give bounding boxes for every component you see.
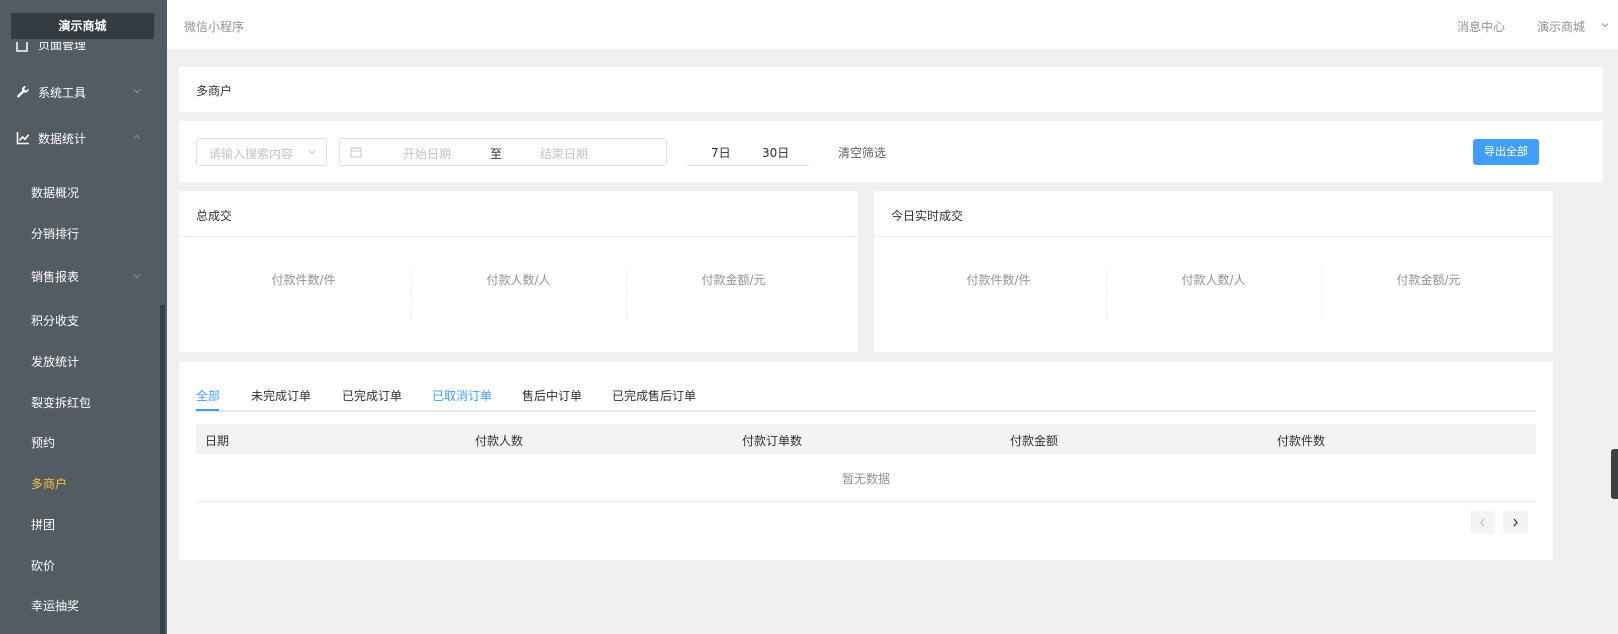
chevron-down-icon [133, 274, 141, 279]
filter-bar: 请输入搜索内容 开始日期 至 结束日期 7日 30日 清空筛选 导出全部 [179, 121, 1603, 182]
active-tab-indicator [196, 409, 219, 411]
stat-label: 付款人数/人 [486, 273, 551, 287]
search-placeholder: 请输入搜索内容 [209, 147, 294, 161]
sidebar-item-sales-report[interactable]: 销售报表 [31, 268, 79, 285]
column-header: 付款金额 [1010, 434, 1059, 448]
top-header: 微信小程序 消息中心 演示商城 [167, 0, 1618, 50]
sidebar-item-page-manage[interactable]: 页面管理 [0, 42, 167, 56]
tab-unfinished[interactable]: 未完成订单 [251, 387, 311, 404]
sidebar-group-system-tools[interactable]: 系统工具 [0, 78, 167, 106]
sidebar-item-issue-stats[interactable]: 发放统计 [31, 353, 79, 370]
order-tabs: 全部 未完成订单 已完成订单 已取消订单 售后中订单 已完成售后订单 [196, 382, 1536, 412]
column-header: 付款人数 [475, 434, 524, 448]
brand-logo: 演示商城 [11, 13, 154, 39]
table-empty-row: 暂无数据 [196, 454, 1536, 502]
tab-all[interactable]: 全部 [196, 387, 220, 404]
chevron-down-icon [308, 150, 316, 155]
card-header: 总成交 [179, 191, 858, 237]
floating-side-widget[interactable] [1611, 449, 1618, 499]
end-date-input[interactable]: 结束日期 [540, 145, 588, 162]
stat-label: 付款件数/件 [966, 273, 1031, 287]
chevron-up-icon [133, 134, 141, 139]
sidebar-item-distribution-rank[interactable]: 分销排行 [31, 225, 79, 242]
column-header: 付款件数 [1277, 434, 1326, 448]
shop-switcher[interactable]: 演示商城 [1537, 18, 1585, 35]
tab-after-sale-done[interactable]: 已完成售后订单 [612, 387, 696, 404]
stat-amount: 付款金额/元 [1321, 269, 1536, 321]
page-title-card: 多商户 [179, 67, 1603, 112]
sidebar-item-multi-merchant[interactable]: 多商户 [31, 475, 67, 492]
stat-buyers: 付款人数/人 [411, 269, 626, 321]
tab-after-sale[interactable]: 售后中订单 [522, 387, 582, 404]
stat-buyers: 付款人数/人 [1106, 269, 1321, 321]
sidebar-item-points[interactable]: 积分收支 [31, 312, 79, 329]
total-stats-card: 总成交 付款件数/件 付款人数/人 付款金额/元 [179, 191, 858, 352]
empty-text: 暂无数据 [841, 472, 890, 486]
chevron-right-icon [1513, 518, 1518, 527]
table-header: 日期 付款人数 付款订单数 付款金额 付款件数 [196, 424, 1536, 454]
page-title: 多商户 [196, 84, 233, 98]
sidebar-item-booking[interactable]: 预约 [31, 434, 55, 451]
calendar-icon [350, 147, 362, 158]
date-range-picker[interactable]: 开始日期 至 结束日期 [339, 138, 667, 166]
stat-label: 付款人数/人 [1181, 273, 1246, 287]
clear-filter-button[interactable]: 清空筛选 [838, 144, 886, 161]
today-stats-card: 今日实时成交 付款件数/件 付款人数/人 付款金额/元 [874, 191, 1553, 352]
sidebar-item-fission-redpacket[interactable]: 裂变拆红包 [31, 394, 91, 411]
sidebar-item-label: 页面管理 [38, 42, 87, 52]
next-page-button[interactable] [1503, 511, 1528, 534]
stat-item-count: 付款件数/件 [196, 269, 411, 321]
sidebar-item-data-overview[interactable]: 数据概况 [31, 184, 79, 201]
sidebar-group-data-stats[interactable]: 数据统计 [0, 124, 167, 152]
quick-30-days-button[interactable]: 30日 [762, 144, 789, 161]
chevron-left-icon [1480, 518, 1485, 527]
column-header: 日期 [205, 434, 230, 448]
search-select[interactable]: 请输入搜索内容 [196, 138, 327, 166]
chart-line-icon [16, 132, 30, 145]
stat-label: 付款金额/元 [1396, 273, 1461, 287]
prev-page-button[interactable] [1470, 511, 1495, 534]
quick-range-group: 7日 30日 [686, 138, 809, 166]
export-all-button[interactable]: 导出全部 [1473, 139, 1539, 165]
card-header: 今日实时成交 [874, 191, 1553, 237]
sidebar-item-bargain[interactable]: 砍价 [31, 557, 55, 574]
start-date-input[interactable]: 开始日期 [403, 145, 451, 162]
quick-7-days-button[interactable]: 7日 [711, 144, 731, 161]
range-separator: 至 [490, 147, 503, 161]
sidebar-group-label: 系统工具 [38, 86, 87, 100]
stat-label: 付款金额/元 [701, 273, 766, 287]
sidebar: 页面管理 演示商城 系统工具 数据统计 数据概况 分销排行 销售报表 积分收支 … [0, 0, 167, 634]
sidebar-scrollbar[interactable] [160, 305, 165, 634]
card-title: 总成交 [196, 209, 233, 223]
stat-amount: 付款金额/元 [626, 269, 841, 321]
sidebar-item-group-buy[interactable]: 拼团 [31, 516, 55, 533]
sidebar-item-lottery[interactable]: 幸运抽奖 [31, 597, 79, 614]
chevron-down-icon [133, 89, 141, 94]
stat-label: 付款件数/件 [271, 273, 336, 287]
stat-item-count: 付款件数/件 [891, 269, 1106, 321]
tab-finished[interactable]: 已完成订单 [342, 387, 402, 404]
message-center-link[interactable]: 消息中心 [1457, 18, 1505, 35]
card-title: 今日实时成交 [891, 209, 964, 223]
header-title: 微信小程序 [184, 20, 245, 34]
orders-card: 全部 未完成订单 已完成订单 已取消订单 售后中订单 已完成售后订单 日期 付款… [179, 362, 1553, 560]
sidebar-group-label: 数据统计 [38, 132, 87, 146]
tab-cancelled[interactable]: 已取消订单 [432, 387, 492, 404]
document-icon [16, 42, 28, 52]
column-header: 付款订单数 [742, 434, 803, 448]
wrench-icon [17, 85, 29, 98]
chevron-down-icon [1601, 23, 1609, 28]
